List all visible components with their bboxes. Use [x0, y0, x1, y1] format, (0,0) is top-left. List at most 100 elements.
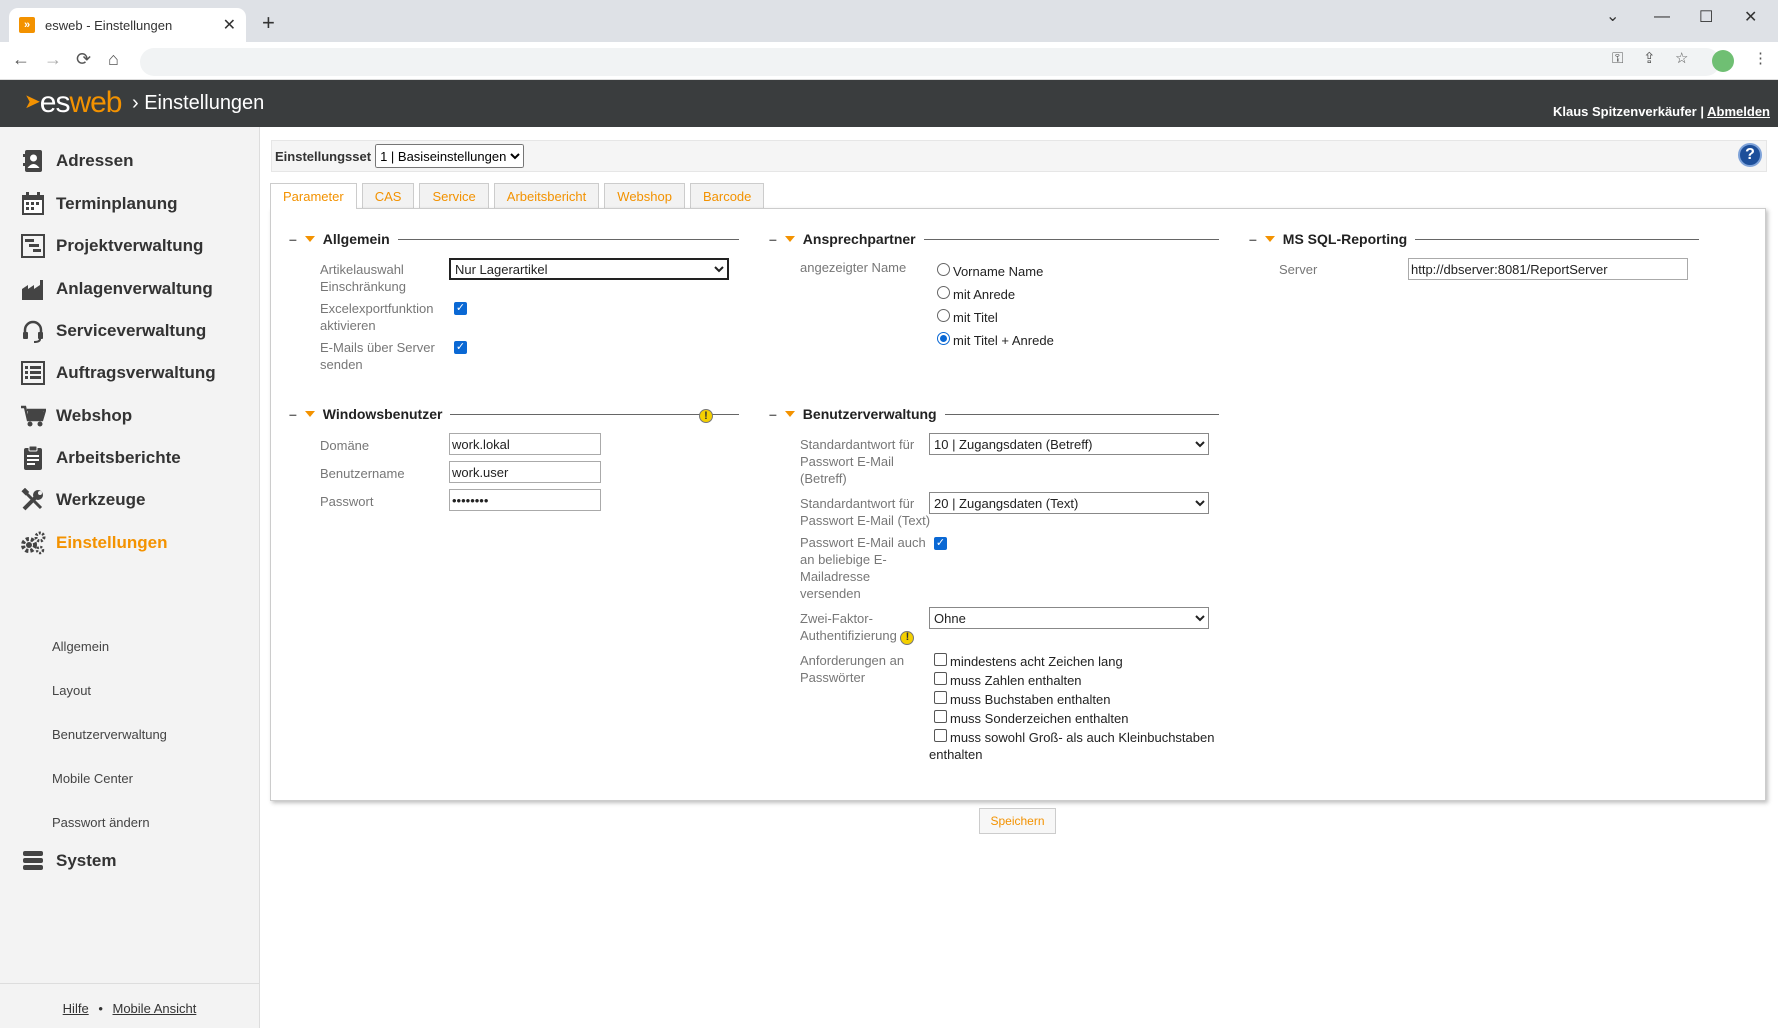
section-benutzerverwaltung-header[interactable]: – Benutzerverwaltung: [769, 406, 1219, 422]
default-subject-select[interactable]: 10 | Zugangsdaten (Betreff): [929, 433, 1209, 455]
save-button[interactable]: Speichern: [979, 808, 1056, 834]
bookmark-star-icon[interactable]: ☆: [1675, 51, 1688, 66]
section-allgemein-header[interactable]: – Allgemein: [289, 231, 739, 247]
any-mail-checkbox[interactable]: ✓: [934, 537, 947, 550]
radio-mit-titel[interactable]: [937, 309, 950, 322]
collapse-icon: –: [289, 231, 297, 247]
sidebar-item-label: Anlagenverwaltung: [56, 279, 213, 298]
collapse-icon: –: [1249, 231, 1257, 247]
reload-icon[interactable]: ⟳: [76, 50, 91, 68]
radio-mit-anrede[interactable]: [937, 286, 950, 299]
mail-server-checkbox[interactable]: ✓: [454, 341, 467, 354]
sidebar-item-projektverwaltung[interactable]: Projektverwaltung: [20, 230, 203, 262]
req-case-checkbox[interactable]: [934, 729, 947, 742]
warning-icon[interactable]: !: [900, 630, 915, 645]
browser-tab-title: esweb - Einstellungen: [45, 17, 173, 33]
esweb-logo[interactable]: ➤esweb: [24, 86, 123, 120]
section-mssql-header[interactable]: – MS SQL-Reporting: [1249, 231, 1699, 247]
subnav-mobile-center[interactable]: Mobile Center: [52, 771, 133, 786]
forward-icon[interactable]: →: [44, 50, 62, 68]
collapse-triangle-icon: [784, 411, 795, 417]
mobile-view-link[interactable]: Mobile Ansicht: [113, 1001, 197, 1016]
warning-icon[interactable]: !: [699, 409, 713, 423]
sidebar-item-werkzeuge[interactable]: Werkzeuge: [20, 484, 145, 516]
default-subject-label: Standardantwort für Passwort E-Mail (Bet…: [800, 436, 914, 487]
radio-vorname-name[interactable]: [937, 263, 950, 276]
subnav-layout[interactable]: Layout: [52, 683, 91, 698]
section-divider: [397, 238, 739, 240]
close-tab-icon[interactable]: ✕: [223, 15, 236, 35]
home-icon[interactable]: ⌂: [108, 50, 119, 68]
two-factor-label: Zwei-Faktor- Authentifizierung !: [800, 610, 915, 645]
sidebar-item-label: Terminplanung: [56, 194, 178, 213]
username-input[interactable]: [449, 461, 601, 483]
label-line: Artikelauswahl: [320, 262, 404, 277]
article-restriction-select[interactable]: Nur Lagerartikel: [449, 258, 729, 280]
minimize-icon[interactable]: —: [1654, 8, 1670, 26]
profile-avatar[interactable]: [1712, 50, 1734, 72]
back-icon[interactable]: ←: [12, 50, 30, 68]
collapse-icon: –: [769, 231, 777, 247]
req-min-length-checkbox[interactable]: [934, 653, 947, 666]
sidebar-item-anlagenverwaltung[interactable]: Anlagenverwaltung: [20, 273, 213, 305]
excel-export-checkbox[interactable]: ✓: [454, 302, 467, 315]
logout-link[interactable]: Abmelden: [1707, 104, 1770, 119]
tab-search-chevron-icon[interactable]: ⌄: [1606, 6, 1619, 26]
label-line: E-Mails über Server: [320, 340, 435, 355]
tab-barcode[interactable]: Barcode: [689, 183, 765, 208]
password-input[interactable]: [449, 489, 601, 511]
sidebar-item-serviceverwaltung[interactable]: Serviceverwaltung: [20, 315, 206, 347]
sidebar-item-arbeitsberichte[interactable]: Arbeitsberichte: [20, 442, 181, 474]
radio-mit-titel-anrede[interactable]: [937, 332, 950, 345]
sidebar-item-label: Arbeitsberichte: [56, 448, 181, 467]
parameter-panel: – Allgemein Artikelauswahl Einschränkung …: [270, 208, 1766, 801]
section-divider: [944, 413, 1219, 415]
section-ansprechpartner-header[interactable]: – Ansprechpartner: [769, 231, 1219, 247]
share-icon[interactable]: ⇪: [1643, 51, 1656, 66]
server-input[interactable]: [1408, 258, 1688, 280]
label-line: Einschränkung: [320, 279, 406, 294]
sidebar-item-adressen[interactable]: Adressen: [20, 145, 133, 177]
label-line: aktivieren: [320, 318, 376, 333]
settings-set-select[interactable]: 1 | Basiseinstellungen: [375, 144, 525, 168]
new-tab-icon[interactable]: +: [262, 12, 275, 34]
key-icon[interactable]: ⚿: [1612, 51, 1623, 66]
help-icon[interactable]: ?: [1738, 143, 1762, 167]
label-line: Standardantwort für: [800, 496, 915, 511]
subnav-benutzerverwaltung[interactable]: Benutzerverwaltung: [52, 727, 167, 742]
req-special-checkbox[interactable]: [934, 710, 947, 723]
sidebar-item-terminplanung[interactable]: Terminplanung: [20, 188, 178, 220]
sidebar-item-einstellungen[interactable]: Einstellungen: [20, 527, 167, 559]
subnav-passwort-aendern[interactable]: Passwort ändern: [52, 815, 150, 830]
tab-arbeitsbericht[interactable]: Arbeitsbericht: [493, 183, 600, 208]
sidebar-item-system[interactable]: System: [20, 845, 116, 877]
collapse-triangle-icon: [304, 411, 315, 417]
menu-icon[interactable]: ⋮: [1753, 51, 1768, 66]
maximize-icon[interactable]: ☐: [1699, 7, 1713, 27]
password-label: Passwort: [320, 494, 374, 509]
tab-cas[interactable]: CAS: [361, 183, 415, 208]
help-link[interactable]: Hilfe: [63, 1001, 89, 1016]
req-digits-checkbox[interactable]: [934, 672, 947, 685]
sidebar-item-webshop[interactable]: Webshop: [20, 400, 132, 432]
password-requirements-label: Anforderungen an Passwörter: [800, 652, 904, 686]
window-close-icon[interactable]: ✕: [1744, 7, 1757, 27]
domain-input[interactable]: [449, 433, 601, 455]
cart-icon: [20, 403, 46, 429]
default-text-select[interactable]: 20 | Zugangsdaten (Text): [929, 492, 1209, 514]
collapse-triangle-icon: [304, 236, 315, 242]
two-factor-select[interactable]: Ohne: [929, 607, 1209, 629]
subnav-allgemein[interactable]: Allgemein: [52, 639, 109, 654]
tab-webshop[interactable]: Webshop: [604, 183, 685, 208]
sidebar-item-auftragsverwaltung[interactable]: Auftragsverwaltung: [20, 357, 216, 389]
req-letters-checkbox[interactable]: [934, 691, 947, 704]
tab-parameter[interactable]: Parameter: [270, 183, 357, 209]
database-icon: [20, 848, 46, 874]
tab-service[interactable]: Service: [419, 183, 489, 208]
section-windowsbenutzer-header[interactable]: – Windowsbenutzer: [289, 406, 739, 422]
label-line: Authentifizierung: [800, 628, 897, 643]
collapse-icon: –: [289, 406, 297, 422]
browser-tab[interactable]: » esweb - Einstellungen ✕: [9, 8, 246, 42]
address-bar[interactable]: [140, 48, 1720, 76]
user-name: Klaus Spitzenverkäufer: [1552, 104, 1697, 119]
